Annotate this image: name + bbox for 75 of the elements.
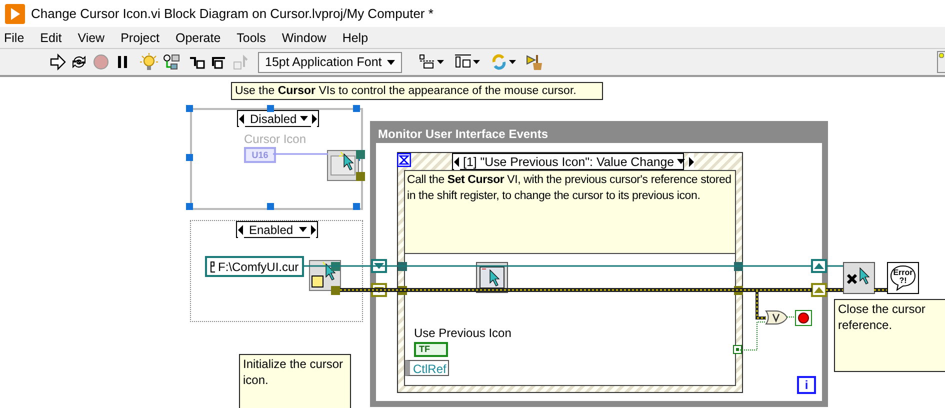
font-dropdown[interactable]: 15pt Application Font [258, 52, 402, 72]
comment-note: Close the cursor reference. [834, 299, 945, 372]
resize-handle[interactable] [186, 105, 193, 112]
resize-handle[interactable] [186, 154, 193, 162]
dropdown-caret-icon [299, 227, 307, 232]
iteration-terminal: i [797, 376, 816, 394]
reference-terminal [356, 150, 365, 159]
reference-wire [273, 153, 328, 155]
resize-handle[interactable] [266, 203, 274, 210]
shift-register-icon [371, 259, 387, 273]
comment-note: Call the Set Cursor VI, with the previous cursor's reference stored in the shift register, to change the cursor to its previous icon. [405, 171, 735, 254]
boolean-wire [786, 316, 796, 318]
menu-item[interactable]: View [74, 30, 113, 44]
stop-terminal-icon [795, 310, 812, 326]
case-selector[interactable]: Enabled [236, 221, 318, 238]
lightbulb-icon [140, 53, 158, 71]
increment-arrow-icon[interactable] [688, 154, 694, 170]
dropdown-caret-icon [473, 60, 480, 64]
run-continuously-icon [70, 53, 88, 71]
align-icon [418, 53, 436, 71]
resize-handle[interactable] [186, 203, 193, 210]
control-label: Use Previous Icon [414, 326, 512, 340]
step-out-icon [232, 53, 250, 71]
menu-item[interactable]: Window [278, 30, 334, 44]
icon-caption: ?! [898, 277, 908, 285]
probe-icon [162, 53, 180, 71]
shift-register-icon [811, 259, 827, 273]
cleanup-button[interactable] [526, 52, 544, 72]
dropdown-caret-icon [437, 60, 444, 64]
help-icon [939, 53, 944, 58]
menu-item[interactable]: Operate [171, 30, 229, 44]
case-selector[interactable]: Disabled [237, 110, 319, 127]
comment-note: Use the Cursor VIs to control the appearance of the mouse cursor. [231, 82, 603, 100]
resize-handle[interactable] [352, 105, 360, 112]
event-data-node: CtlRef [405, 360, 449, 376]
abort-icon [92, 53, 110, 71]
loop-label: Monitor User Interface Events [376, 127, 824, 143]
reorder-button[interactable] [490, 52, 516, 72]
shift-register-icon [811, 283, 827, 297]
menu-item[interactable]: Edit [36, 30, 70, 44]
app-logo-icon [5, 4, 25, 24]
or-gate-icon [765, 310, 788, 325]
boolean-wire [740, 322, 766, 350]
menu-item[interactable]: Help [338, 30, 376, 44]
icon-caption: Error [892, 269, 914, 277]
path-icon [210, 260, 216, 272]
numeric-constant: U16 [244, 147, 276, 163]
context-help-button[interactable] [937, 51, 945, 73]
dropdown-caret-icon [677, 159, 686, 164]
path-constant: F:\ComfyUI.cur [205, 256, 304, 277]
timeout-hourglass-icon [397, 153, 411, 167]
error-terminal [356, 172, 365, 181]
error-terminal [331, 286, 340, 295]
reorder-icon [490, 53, 508, 71]
control-label: Cursor Icon [244, 132, 306, 146]
dropdown-caret-icon [387, 60, 395, 64]
menu-item[interactable]: Project [116, 30, 168, 44]
dropdown-caret-icon [300, 116, 308, 121]
error-wire [826, 288, 843, 292]
comment-note: Initialize the cursor icon. [239, 354, 351, 408]
run-arrow-icon [48, 53, 66, 71]
resize-handle[interactable] [352, 203, 360, 210]
menu-item[interactable]: File [0, 30, 32, 44]
close-reference-node-icon [843, 262, 875, 294]
probe-button[interactable] [162, 52, 180, 72]
window-title: Change Cursor Icon.vi Block Diagram on Cursor.lvproj/My Computer * [31, 6, 434, 21]
reference-wire [826, 265, 843, 267]
set-cursor-node-icon [327, 150, 359, 181]
cleanup-icon [526, 53, 544, 71]
resize-handle[interactable] [266, 105, 274, 112]
boolean-terminal: TF [414, 342, 448, 357]
dropdown-caret-icon [509, 60, 516, 64]
error-wire [874, 288, 887, 292]
menu-item[interactable]: Tools [232, 30, 274, 44]
run-arrow-button[interactable] [48, 52, 66, 72]
